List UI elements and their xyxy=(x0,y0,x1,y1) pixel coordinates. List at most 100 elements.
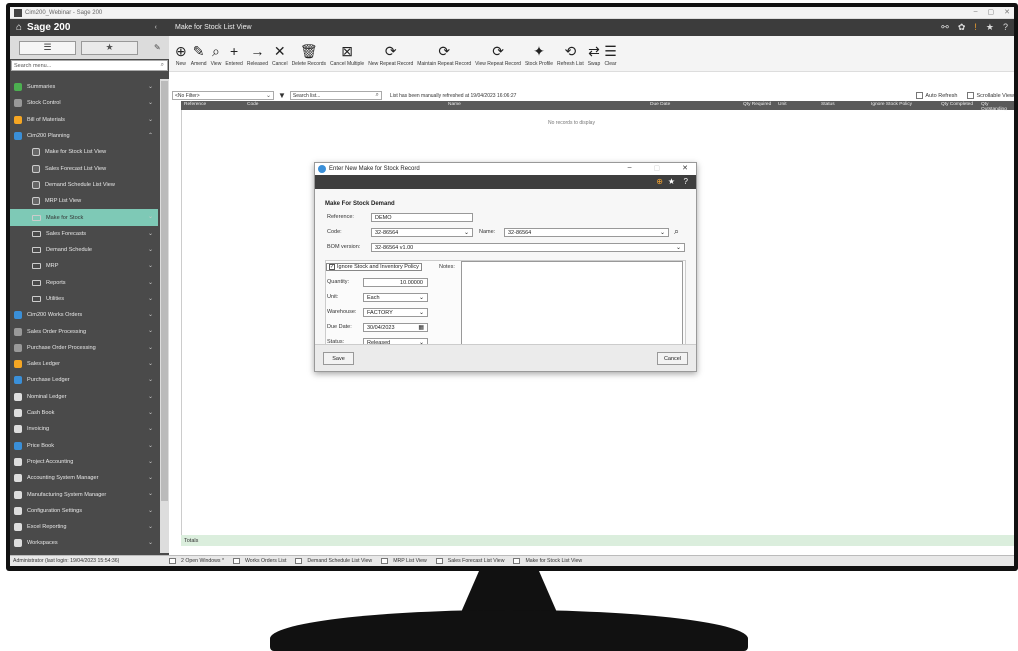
search-icon[interactable]: ⌕ xyxy=(376,92,379,99)
sidebar-item[interactable]: Utilities ⌄ xyxy=(10,291,158,307)
help-icon[interactable]: ? xyxy=(1003,22,1008,33)
column-reference[interactable]: Reference xyxy=(184,102,206,107)
close-button[interactable]: ✕ xyxy=(1004,8,1010,16)
chevron-down-icon[interactable]: ⌄ xyxy=(148,442,153,449)
alert-icon[interactable]: ⊕ xyxy=(656,177,663,186)
sidebar-item[interactable]: Make for Stock ⌄ xyxy=(10,209,158,226)
sidebar-scroll-thumb[interactable] xyxy=(161,81,168,501)
save-button[interactable]: Save xyxy=(323,352,354,365)
sidebar-item[interactable]: Configuration Settings ⌄ xyxy=(10,503,158,519)
pin-icon[interactable]: ✎ xyxy=(154,43,161,52)
share-icon[interactable]: ⚯ xyxy=(941,22,949,33)
sidebar-item[interactable]: Sales Forecast List View xyxy=(10,160,158,176)
column-qty-outstanding[interactable]: Qty Outstanding xyxy=(981,102,1014,112)
chevron-down-icon[interactable]: ⌄ xyxy=(148,360,153,367)
sidebar-item[interactable]: Cim200 Works Orders ⌄ xyxy=(10,307,158,323)
reference-input[interactable]: DEMO xyxy=(371,213,473,222)
name-select[interactable]: 32-86564 ⌄ xyxy=(504,228,669,237)
sidebar-item[interactable]: Bill of Materials ⌄ xyxy=(10,112,158,128)
column-unit[interactable]: Unit xyxy=(778,102,787,107)
chevron-down-icon[interactable]: ⌄ xyxy=(148,425,153,432)
chevron-down-icon[interactable]: ⌄ xyxy=(148,344,153,351)
favourite-star-icon[interactable]: ★ xyxy=(668,177,675,186)
chevron-down-icon[interactable]: ⌄ xyxy=(148,458,153,465)
sidebar-item[interactable]: Make for Stock List View xyxy=(10,144,158,160)
sidebar-item[interactable]: Sales Forecasts ⌄ xyxy=(10,226,158,242)
column-due-date[interactable]: Due Date xyxy=(650,102,670,107)
sidebar-item[interactable]: Stock Control ⌄ xyxy=(10,95,158,111)
chevron-down-icon[interactable]: ⌄ xyxy=(148,327,153,334)
toolbar-button[interactable]: + Entered xyxy=(225,43,243,71)
ignore-policy-checkbox[interactable]: ✓ Ignore Stock and Inventory Policy xyxy=(326,263,422,271)
chevron-down-icon[interactable]: ⌄ xyxy=(148,295,153,302)
dialog-minimize-button[interactable]: – xyxy=(628,164,632,172)
cancel-button[interactable]: Cancel xyxy=(657,352,688,365)
toolbar-button[interactable]: ⊠ Cancel Multiple xyxy=(330,43,364,71)
sidebar-item[interactable]: Project Accounting ⌄ xyxy=(10,454,158,470)
list-search-input[interactable]: Search list... ⌕ xyxy=(289,91,382,100)
bom-version-select[interactable]: 32-86564 v1.00 ⌄ xyxy=(371,243,685,252)
sidebar-item[interactable]: Accounting System Manager ⌄ xyxy=(10,470,158,486)
toolbar-button[interactable]: → Released xyxy=(247,43,268,71)
sidebar-item[interactable]: Nominal Ledger ⌄ xyxy=(10,389,158,405)
due-date-input[interactable]: 30/04/2023 ▦ xyxy=(363,323,428,332)
chevron-down-icon[interactable]: ⌄ xyxy=(148,279,153,286)
sidebar-scrollbar[interactable] xyxy=(160,79,169,553)
home-icon[interactable]: ⌂ xyxy=(16,22,22,33)
chevron-down-icon[interactable]: ⌄ xyxy=(148,474,153,481)
toolbar-button[interactable]: ⊕ New xyxy=(175,43,187,71)
quantity-input[interactable]: 10.00000 xyxy=(363,278,428,287)
calendar-icon[interactable]: ▦ xyxy=(418,324,424,331)
code-select[interactable]: 32-86564 ⌄ xyxy=(371,228,473,237)
sidebar-item[interactable]: Sales Ledger ⌄ xyxy=(10,356,158,372)
open-window-tab[interactable]: MRP List View xyxy=(381,558,427,564)
toolbar-button[interactable]: ⌕ View xyxy=(211,43,222,71)
favourite-star-icon[interactable]: ★ xyxy=(986,22,994,33)
sidebar-item[interactable]: Sales Order Processing ⌄ xyxy=(10,323,158,339)
column-ignore-stock-policy[interactable]: Ignore Stock Policy xyxy=(871,102,912,107)
collapse-menu-icon[interactable]: ‹ xyxy=(155,24,157,31)
chevron-down-icon[interactable]: ⌄ xyxy=(148,213,153,220)
chevron-down-icon[interactable]: ⌄ xyxy=(148,230,153,237)
checkbox-checked-icon[interactable]: ✓ xyxy=(329,264,335,270)
chevron-down-icon[interactable]: ⌄ xyxy=(148,246,153,253)
menu-search-input[interactable]: Search menu... ⌕ xyxy=(11,60,168,71)
favourites-tab[interactable]: ★ xyxy=(81,40,138,55)
chevron-down-icon[interactable]: ⌄ xyxy=(148,393,153,400)
alert-icon[interactable]: ! xyxy=(974,22,977,33)
open-window-tab[interactable]: Works Orders List xyxy=(232,558,286,564)
filter-select[interactable]: <No Filter> ⌄ xyxy=(172,91,274,100)
chevron-down-icon[interactable]: ⌄ xyxy=(148,262,153,269)
chevron-down-icon[interactable]: ⌄ xyxy=(148,83,153,90)
chevron-down-icon[interactable]: ⌄ xyxy=(148,311,153,318)
open-window-tab[interactable]: Demand Schedule List View xyxy=(295,558,372,564)
toolbar-button[interactable]: ⟳ Maintain Repeat Record xyxy=(417,43,471,71)
auto-refresh-box[interactable] xyxy=(916,92,924,99)
sidebar-item[interactable]: MRP ⌄ xyxy=(10,258,158,274)
scrollable-view-checkbox[interactable]: Scrollable View xyxy=(967,92,1014,99)
search-icon[interactable]: ⌕ xyxy=(161,62,164,69)
search-icon[interactable]: ⌕ xyxy=(674,226,679,237)
help-icon[interactable]: ? xyxy=(684,177,688,186)
sidebar-item[interactable]: Reports ⌄ xyxy=(10,275,158,291)
chevron-down-icon[interactable]: ⌄ xyxy=(148,116,153,123)
filter-icon[interactable]: ▼ xyxy=(278,91,286,100)
sidebar-item[interactable]: Summaries ⌄ xyxy=(10,79,158,95)
chevron-down-icon[interactable]: ⌄ xyxy=(148,490,153,497)
column-name[interactable]: Name xyxy=(448,102,461,107)
toolbar-button[interactable]: 🗑 Delete Records xyxy=(292,43,326,71)
chevron-down-icon[interactable]: ⌄ xyxy=(148,409,153,416)
chevron-down-icon[interactable]: ⌄ xyxy=(148,507,153,514)
scrollable-view-box[interactable] xyxy=(967,92,975,99)
sidebar-item[interactable]: Excel Reporting ⌄ xyxy=(10,519,158,535)
maximize-button[interactable]: ▢ xyxy=(988,8,995,16)
column-qty-required[interactable]: Qty Required xyxy=(743,102,771,107)
sidebar-item[interactable]: Cash Book ⌄ xyxy=(10,405,158,421)
warehouse-select[interactable]: FACTORY ⌄ xyxy=(363,308,428,317)
open-window-tab[interactable]: Make for Stock List View xyxy=(513,558,582,564)
column-code[interactable]: Code xyxy=(247,102,258,107)
unit-select[interactable]: Each ⌄ xyxy=(363,293,428,302)
chevron-down-icon[interactable]: ⌄ xyxy=(148,99,153,106)
sidebar-item[interactable]: MRP List View xyxy=(10,193,158,209)
toolbar-button[interactable]: ✎ Amend xyxy=(191,43,207,71)
